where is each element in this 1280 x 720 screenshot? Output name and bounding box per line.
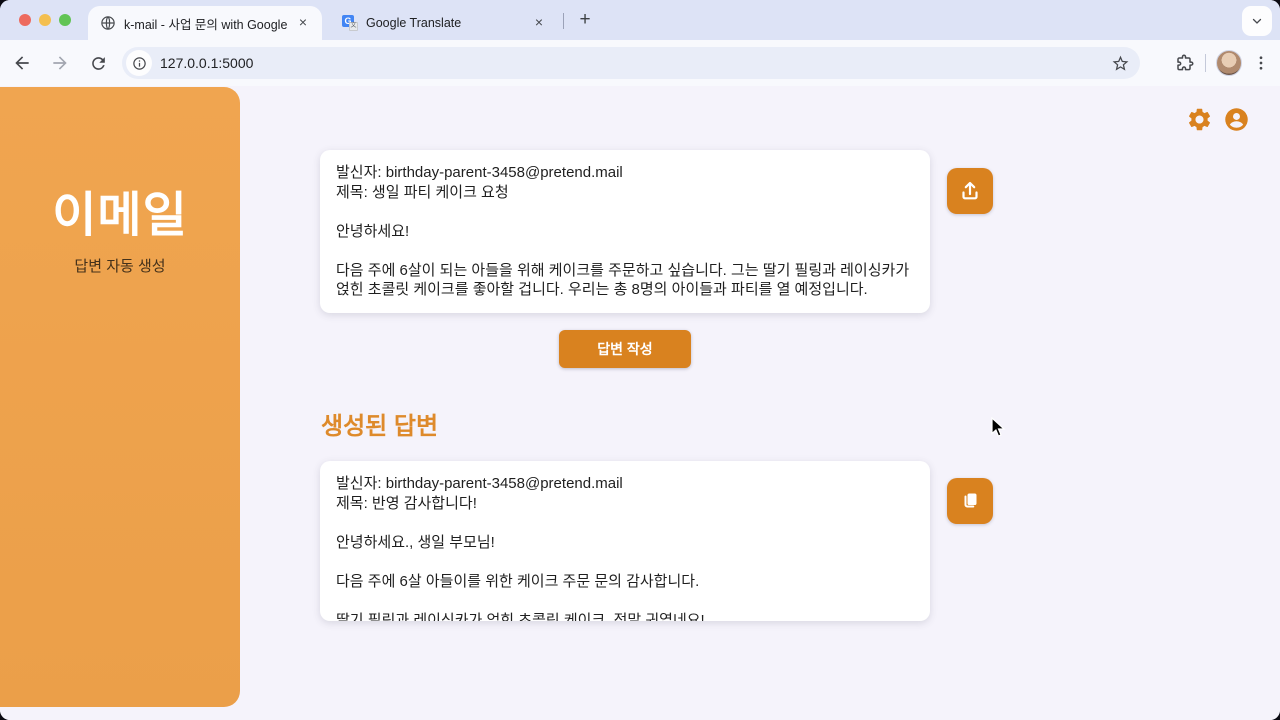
- email-greeting: 안녕하세요., 생일 부모님!: [336, 533, 914, 553]
- browser-window: k-mail - 사업 문의 with Google × G 文 Google …: [0, 0, 1280, 720]
- tab-google-translate[interactable]: G 文 Google Translate ×: [330, 6, 558, 40]
- macos-close-button[interactable]: [19, 14, 31, 26]
- mouse-cursor: [991, 417, 1007, 439]
- copy-icon: [958, 489, 982, 513]
- tab-search-chevron-button[interactable]: [1242, 6, 1272, 36]
- email-subject-line: 제목: 반영 감사합니다!: [336, 494, 914, 514]
- settings-gear-icon[interactable]: [1186, 106, 1213, 133]
- chevron-down-icon: [1251, 15, 1263, 27]
- forward-button[interactable]: [44, 47, 76, 79]
- upload-icon: [958, 179, 982, 203]
- page-content: 이메일 답변 자동 생성 발신자: birthday-parent-3458@p…: [0, 86, 1280, 720]
- bookmark-star-icon[interactable]: [1111, 54, 1130, 73]
- reload-icon: [89, 54, 108, 73]
- generated-reply-heading: 생성된 답변: [321, 406, 438, 441]
- tab-title: k-mail - 사업 문의 with Google: [124, 14, 294, 33]
- email-body-line1: 다음 주에 6살 아들이를 위한 케이크 주문 문의 감사합니다.: [336, 572, 914, 592]
- info-icon: [132, 56, 147, 71]
- copy-button[interactable]: [947, 478, 993, 524]
- tab-title: Google Translate: [366, 16, 530, 30]
- app-title: 이메일: [0, 175, 240, 245]
- tab-kmail[interactable]: k-mail - 사업 문의 with Google ×: [88, 6, 322, 40]
- macos-minimize-button[interactable]: [39, 14, 51, 26]
- tab-divider: [563, 13, 564, 29]
- tab-close-icon[interactable]: ×: [530, 14, 548, 32]
- email-sender-line: 발신자: birthday-parent-3458@pretend.mail: [336, 474, 914, 494]
- toolbar-divider: [1205, 54, 1206, 72]
- sidebar: 이메일 답변 자동 생성: [0, 87, 240, 707]
- translate-icon: G 文: [342, 15, 358, 31]
- email-greeting: 안녕하세요!: [336, 222, 914, 242]
- toolbar-right-controls: [1175, 47, 1270, 79]
- profile-avatar[interactable]: [1216, 50, 1242, 76]
- extensions-puzzle-icon[interactable]: [1175, 53, 1195, 73]
- globe-icon: [100, 15, 116, 31]
- generated-email-card: 발신자: birthday-parent-3458@pretend.mail 제…: [320, 461, 930, 621]
- upload-button[interactable]: [947, 168, 993, 214]
- email-subject-line: 제목: 생일 파티 케이크 요청: [336, 183, 914, 203]
- url-text: 127.0.0.1:5000: [160, 55, 1111, 71]
- address-bar[interactable]: 127.0.0.1:5000: [122, 47, 1140, 79]
- back-arrow-icon: [12, 53, 32, 73]
- back-button[interactable]: [6, 47, 38, 79]
- forward-arrow-icon: [50, 53, 70, 73]
- email-body-line2: 딸기 필링과 레이싱카가 얹힌 초콜릿 케이크, 정말 귀엽네요!: [336, 611, 914, 622]
- new-tab-button[interactable]: +: [572, 8, 598, 34]
- account-icon[interactable]: [1223, 106, 1250, 133]
- header-icons: [1186, 106, 1250, 133]
- menu-kebab-icon[interactable]: [1252, 54, 1270, 72]
- app-subtitle: 답변 자동 생성: [0, 255, 240, 276]
- email-body: 다음 주에 6살이 되는 아들을 위해 케이크를 주문하고 싶습니다. 그는 딸…: [336, 261, 914, 300]
- macos-zoom-button[interactable]: [59, 14, 71, 26]
- site-info-chip[interactable]: [126, 50, 152, 76]
- browser-toolbar: 127.0.0.1:5000: [0, 40, 1280, 86]
- tab-strip: k-mail - 사업 문의 with Google × G 文 Google …: [0, 0, 1280, 40]
- reload-button[interactable]: [82, 47, 114, 79]
- compose-reply-button[interactable]: 답변 작성: [559, 330, 691, 368]
- incoming-email-card: 발신자: birthday-parent-3458@pretend.mail 제…: [320, 150, 930, 313]
- email-sender-line: 발신자: birthday-parent-3458@pretend.mail: [336, 163, 914, 183]
- tab-close-icon[interactable]: ×: [294, 14, 312, 32]
